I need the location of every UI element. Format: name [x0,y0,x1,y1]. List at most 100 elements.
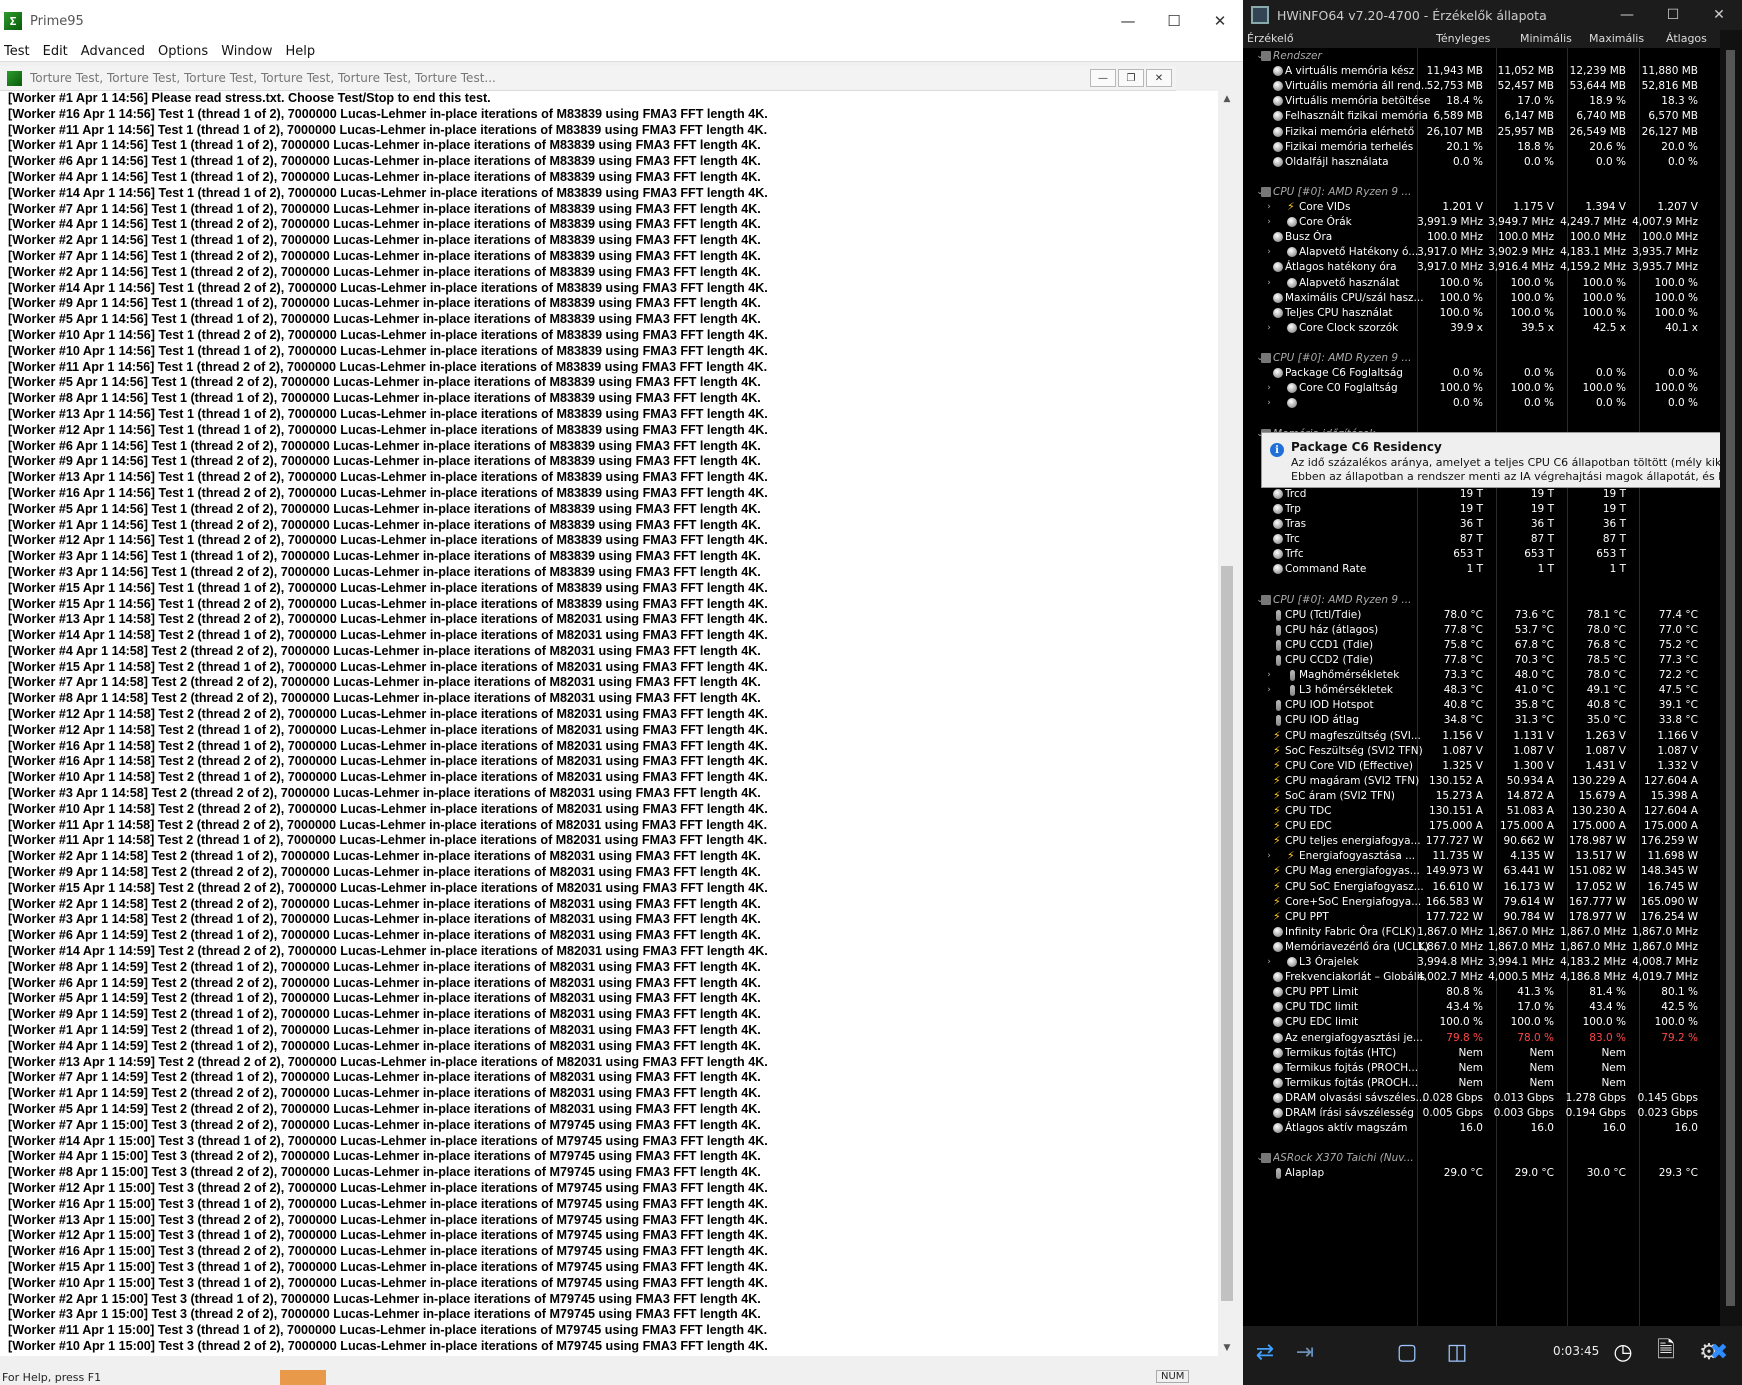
sensor-row[interactable]: Átlagos hatékony óra 3,917.0 MHz 3,916.4 M… [1243,259,1720,275]
network-icon[interactable]: ◫ [1439,1334,1475,1370]
clock-icon[interactable]: ◷ [1605,1334,1641,1370]
scroll-thumb[interactable] [1221,566,1233,1301]
sensor-scroll-thumb[interactable] [1726,50,1735,1306]
sensor-row[interactable]: › L3 Órajelek 3,994.8 MHz 3,994.1 MHz 4,183.… [1243,954,1720,970]
chevron-right-icon[interactable]: › [1265,320,1273,336]
menu-test[interactable]: Test [0,44,39,59]
sensor-row[interactable]: › ⚡ Core VIDs 1.201 V 1.175 V 1.394 V 1.207 V [1243,199,1720,215]
sensor-row[interactable]: Maximális CPU/szál hasz... 100.0 % 100.0 %… [1243,290,1720,306]
sensor-row[interactable]: ⚡ Core+SoC Energiafogya... 166.583 W 79.614… [1243,894,1720,910]
sensor-row[interactable]: Teljes CPU használat 100.0 % 100.0 % 100.0 … [1243,305,1720,321]
sensor-row[interactable]: ⚡ SoC áram (SVI2 TFN) 15.273 A 14.872 A 15.6… [1243,788,1720,804]
sensor-row[interactable]: ⚡ CPU TDC 130.151 A 51.083 A 130.230 A 127.60… [1243,803,1720,819]
sensor-row[interactable]: › Core Clock szorzók 39.9 x 39.5 x 42.5 x 40.… [1243,320,1720,336]
sensor-row[interactable]: › Alapvető használat 100.0 % 100.0 % 100.0 %… [1243,275,1720,291]
col-current[interactable]: Tényleges [1436,32,1490,45]
sensor-row[interactable]: › L3 hőmérsékletek 48.3 °C 41.0 °C 49.1 °C 47… [1243,682,1720,698]
mdi-minimize-button[interactable]: — [1090,69,1116,87]
sensor-row[interactable]: Command Rate 1 T1 T1 T [1243,561,1720,577]
sensor-row[interactable]: CPU CCD2 (Tdie) 77.8 °C 70.3 °C 78.5 °C 77.3… [1243,652,1720,668]
collapse-arrows-icon[interactable]: ⇥ [1287,1334,1323,1370]
mdi-close-button[interactable]: ✕ [1146,69,1172,87]
sensor-row[interactable]: Package C6 Foglaltság 0.0 % 0.0 % 0.0 % 0.0 … [1243,365,1720,381]
sensor-row[interactable]: CPU IOD Hotspot 40.8 °C 35.8 °C 40.8 °C 39.1… [1243,697,1720,713]
sensor-row[interactable]: Frekvenciakorlát – Globális 4,002.7 MHz 4,… [1243,969,1720,985]
sensor-row[interactable]: CPU CCD1 (Tdie) 75.8 °C 67.8 °C 76.8 °C 75.2… [1243,637,1720,653]
sensor-row[interactable]: › Maghőmérsékletek 73.3 °C 48.0 °C 78.0 °C 72… [1243,667,1720,683]
sensor-row[interactable]: DRAM írási sávszélesség 0.005 Gbps 0.003 G… [1243,1105,1720,1121]
sensor-row[interactable]: Oldalfájl használata 0.0 % 0.0 % 0.0 % 0.0 % [1243,154,1720,170]
sensor-row[interactable]: CPU PPT Limit 80.8 % 41.3 % 81.4 % 80.1 % [1243,984,1720,1000]
sensor-row[interactable]: Trc 87 T 87 T 87 T [1243,531,1720,547]
sensor-group-header[interactable]: ⌄ ASRock X370 Taichi (Nuv... [1243,1150,1720,1166]
sensor-row[interactable]: ⚡ CPU PPT 177.722 W 90.784 W 178.977 W 176.25… [1243,909,1720,925]
log-scrollbar[interactable]: ▲ ▼ [1218,91,1236,1356]
sensor-row[interactable]: CPU EDC limit 100.0 % 100.0 % 100.0 % 100.0 … [1243,1014,1720,1030]
chevron-right-icon[interactable]: › [1265,667,1273,683]
sensor-row[interactable]: Trcd 19 T 19 T 19 T [1243,486,1720,502]
new-report-icon[interactable]: 🗎 [1648,1334,1684,1370]
sensor-row[interactable]: Termikus fojtás (PROCH... Nem Nem Nem [1243,1075,1720,1091]
maximize-button[interactable]: ☐ [1151,6,1197,36]
chevron-right-icon[interactable]: › [1265,848,1273,864]
sensor-group-header[interactable]: ⌄ CPU [#0]: AMD Ryzen 9 ... [1243,184,1720,200]
sensor-row[interactable]: Átlagos aktív magszám 16.0 16.0 16.0 16.0 [1243,1120,1720,1136]
scroll-up-icon[interactable]: ▲ [1218,91,1236,107]
sensor-group-header[interactable]: ⌄ Rendszer [1243,48,1720,64]
sensor-row[interactable]: Virtuális memória áll rend... 52,753 MB 52… [1243,78,1720,94]
chevron-right-icon[interactable]: › [1265,380,1273,396]
sensor-row[interactable]: › Core C0 Foglaltság 100.0 % 100.0 % 100.0 %… [1243,380,1720,396]
prime95-titlebar[interactable]: Σ Prime95 — ☐ ✕ [0,0,1243,42]
sensor-row[interactable]: DRAM olvasási sávszéles... 0.028 Gbps 0.01… [1243,1090,1720,1106]
mdi-restore-button[interactable]: ❐ [1118,69,1144,87]
sensor-row[interactable]: Termikus fojtás (PROCH... Nem Nem Nem [1243,1060,1720,1076]
sensor-row[interactable]: ⚡ CPU Core VID (Effective) 1.325 V 1.300 V1… [1243,758,1720,774]
close-button[interactable]: ✕ [1197,6,1243,36]
sensor-row[interactable]: Fizikai memória elérhető 26,107 MB 25,957 … [1243,124,1720,140]
sensor-row[interactable]: › ⚡ Energiafogyasztása ... 11.735 W 4.135 W1… [1243,848,1720,864]
sensor-row[interactable]: ⚡ CPU magáram (SVI2 TFN) 130.152 A 50.934 A… [1243,773,1720,789]
sensor-group-header[interactable]: ⌄ CPU [#0]: AMD Ryzen 9 ... [1243,350,1720,366]
sensor-row[interactable]: Memóriavezérlő óra (UCLK) 1,867.0 MHz 1,86… [1243,939,1720,955]
sensor-row[interactable]: Trfc 653 T 653 T 653 T [1243,546,1720,562]
sensor-list[interactable]: ⌄ Rendszer A virtuális memória kész 11,943 … [1243,48,1720,1326]
sensor-scrollbar[interactable] [1720,30,1742,1326]
sensor-row[interactable]: ⚡ SoC Feszültség (SVI2 TFN) 1.087 V 1.087 V… [1243,743,1720,759]
sensor-row[interactable]: › Core Órák 3,991.9 MHz 3,949.7 MHz 4,249.7 … [1243,214,1720,230]
hw-close-button[interactable]: ✕ [1696,1,1742,29]
sensor-row[interactable]: Termikus fojtás (HTC) Nem Nem Nem [1243,1045,1720,1061]
computer-icon[interactable]: ▢ [1389,1334,1425,1370]
sensor-row[interactable]: CPU IOD átlag 34.8 °C 31.3 °C 35.0 °C 33.8 °… [1243,712,1720,728]
hw-minimize-button[interactable]: — [1604,1,1650,29]
menu-options[interactable]: Options [154,44,217,59]
sensor-row[interactable]: ⚡ CPU EDC 175.000 A 175.000 A 175.000 A 175.0… [1243,818,1720,834]
sensor-row[interactable]: ⚡ CPU magfeszültség (SVI... 1.156 V 1.131 V… [1243,728,1720,744]
sensor-row[interactable]: ⚡ CPU teljes energiafogya... 177.727 W 90.6… [1243,833,1720,849]
chevron-right-icon[interactable]: › [1265,954,1273,970]
chevron-right-icon[interactable]: › [1265,682,1273,698]
menu-window[interactable]: Window [217,44,281,59]
sensor-row[interactable]: CPU (Tctl/Tdie) 78.0 °C 73.6 °C 78.1 °C 77.4… [1243,607,1720,623]
hw-maximize-button[interactable]: ☐ [1650,1,1696,29]
sensor-row[interactable]: Trp 19 T 19 T 19 T [1243,501,1720,517]
sensor-row[interactable]: Virtuális memória betöltése 18.4 % 17.0 % 1… [1243,93,1720,109]
sensor-row[interactable]: Fizikai memória terhelés 20.1 % 18.8 % 20.6… [1243,139,1720,155]
sensor-row[interactable]: Felhasznált fizikai memória 6,589 MB 6,147… [1243,108,1720,124]
sensor-row[interactable]: › 0.0 % 0.0 % 0.0 % 0.0 % [1243,395,1720,411]
minimize-button[interactable]: — [1105,6,1151,36]
close-x-icon[interactable]: ✖ [1701,1334,1737,1370]
sensor-row[interactable]: Tras 36 T 36 T 36 T [1243,516,1720,532]
chevron-right-icon[interactable]: › [1265,199,1273,215]
menu-edit[interactable]: Edit [39,44,77,59]
sensor-row[interactable]: Az energiafogyasztási je... 79.8 % 78.0 % 8… [1243,1030,1720,1046]
col-max[interactable]: Maximális [1589,32,1644,45]
sensor-row[interactable]: ⚡ CPU Mag energiafogyas... 149.973 W 63.441… [1243,863,1720,879]
scroll-down-icon[interactable]: ▼ [1218,1340,1236,1356]
sensor-row[interactable]: ⚡ CPU SoC Energiafogyasz... 16.610 W 16.173… [1243,879,1720,895]
sensor-group-header[interactable]: ⌄ CPU [#0]: AMD Ryzen 9 ... [1243,592,1720,608]
menu-advanced[interactable]: Advanced [77,44,154,59]
sensor-row[interactable]: A virtuális memória kész 11,943 MB 11,052 … [1243,63,1720,79]
sensor-row[interactable]: CPU ház (átlagos) 77.8 °C 53.7 °C 78.0 °C 77… [1243,622,1720,638]
sensor-row[interactable]: Alaplap 29.0 °C 29.0 °C 30.0 °C 29.3 °C [1243,1165,1720,1181]
sensor-row[interactable]: CPU TDC limit 43.4 % 17.0 % 43.4 % 42.5 % [1243,999,1720,1015]
